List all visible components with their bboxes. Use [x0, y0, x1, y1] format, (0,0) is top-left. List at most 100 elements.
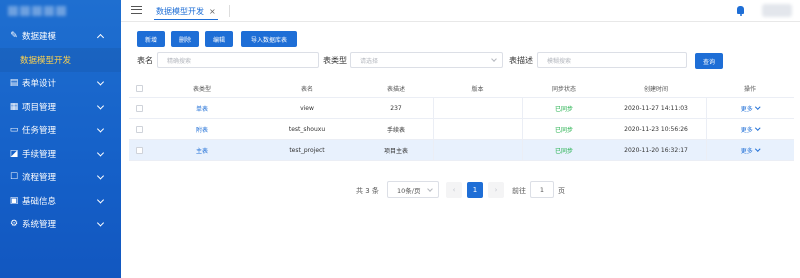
cell-name: test_shouxu: [288, 125, 326, 133]
cell-sync-status: 已同步: [554, 147, 573, 155]
col-header-name: 表名: [300, 85, 313, 93]
prev-page-button[interactable]: ‹: [446, 182, 462, 198]
chevron-down-icon: [427, 186, 433, 192]
table-type-label: 表类型: [323, 56, 347, 65]
procedure-icon: ◪: [9, 148, 19, 159]
table-row: 附表 test_shouxu 手续表 已同步 2020-11-23 10:56:…: [129, 119, 794, 140]
more-actions-dropdown[interactable]: 更多: [741, 125, 760, 134]
cell-sync-status: 已同步: [554, 126, 573, 134]
chevron-down-icon: [96, 125, 105, 133]
sidebar-item-project-management[interactable]: ▦ 项目管理: [0, 95, 121, 119]
chevron-down-icon: [96, 78, 105, 86]
col-header-sync-status: 同步状态: [551, 85, 576, 93]
chevron-up-icon: [96, 33, 105, 41]
chevron-down-icon: [96, 102, 105, 110]
chevron-down-icon: [96, 219, 105, 227]
sidebar-subitem-data-model-dev[interactable]: 数据模型开发: [0, 47, 121, 72]
cell-desc: 手续表: [386, 126, 405, 134]
menu-toggle-icon[interactable]: [131, 6, 142, 14]
chevron-down-icon: [755, 104, 760, 110]
divider: [229, 5, 230, 17]
more-label: 更多: [740, 147, 753, 155]
col-header-actions: 操作: [743, 85, 756, 93]
sidebar-item-data-modeling[interactable]: ✎ 数据建模: [0, 24, 121, 48]
sidebar: ✎ 数据建模 数据模型开发 ▤ 表单设计 ▦ 项目管理 ▭ 任务管理 ◪ 手续管…: [0, 0, 121, 278]
project-icon: ▦: [9, 101, 19, 112]
delete-button[interactable]: 删除: [171, 31, 199, 47]
more-actions-dropdown[interactable]: 更多: [741, 146, 760, 155]
settings-icon: ⚙: [9, 219, 19, 230]
table-row: 单表 view 237 已同步 2020-11-27 14:11:03 更多: [129, 98, 794, 119]
select-placeholder: 请选择: [360, 57, 379, 65]
select-all-checkbox[interactable]: [135, 84, 143, 92]
sidebar-item-label: 系统管理: [22, 220, 57, 231]
sidebar-item-flow-management[interactable]: ☐ 流程管理: [0, 166, 121, 190]
table-desc-label: 表描述: [509, 56, 533, 65]
table-desc-input[interactable]: 模糊搜索: [537, 52, 687, 68]
chevron-down-icon: [491, 56, 497, 62]
col-header-desc: 表描述: [386, 85, 405, 93]
sidebar-item-basic-info[interactable]: ▣ 基础信息: [0, 189, 121, 213]
cell-name: test_project: [289, 146, 325, 154]
row-checkbox[interactable]: [135, 146, 143, 154]
more-actions-dropdown[interactable]: 更多: [741, 104, 760, 113]
page-size-value: 10条/页: [397, 186, 421, 195]
next-page-button[interactable]: ›: [488, 182, 504, 198]
bell-icon[interactable]: [737, 6, 744, 16]
pagination-total: 共 3 条: [356, 187, 379, 195]
sidebar-item-label: 项目管理: [22, 102, 57, 113]
cell-type-link[interactable]: 主表: [149, 140, 255, 160]
cell-version: [433, 140, 522, 160]
tab-active-indicator: [154, 18, 218, 20]
cell-version: [433, 119, 522, 139]
sidebar-item-procedure-management[interactable]: ◪ 手续管理: [0, 142, 121, 166]
cell-type-link[interactable]: 单表: [149, 98, 255, 118]
chevron-down-icon: [96, 149, 105, 157]
col-header-type: 表类型: [192, 85, 211, 93]
tab-data-model-dev[interactable]: 数据模型开发 ×: [154, 4, 218, 20]
import-table-button[interactable]: 导入数据库表: [241, 31, 297, 47]
page-1-button[interactable]: 1: [467, 182, 483, 198]
add-button[interactable]: 新增: [137, 31, 165, 47]
edit-icon: ✎: [10, 30, 18, 41]
sidebar-item-label: 流程管理: [22, 173, 57, 184]
logo: [0, 0, 121, 24]
page-unit-label: 页: [558, 187, 565, 195]
sidebar-item-system-management[interactable]: ⚙ 系统管理: [0, 213, 121, 237]
page-size-select[interactable]: 10条/页: [387, 181, 439, 198]
chevron-down-icon: [96, 196, 105, 204]
table-name-input[interactable]: 精确搜索: [157, 52, 319, 68]
goto-page-input[interactable]: 1: [530, 181, 554, 198]
form-icon: ▤: [9, 78, 19, 89]
sidebar-item-task-management[interactable]: ▭ 任务管理: [0, 119, 121, 143]
user-avatar[interactable]: [762, 4, 792, 17]
query-button[interactable]: 查询: [695, 53, 723, 69]
table-row: 主表 test_project 项目主表 已同步 2020-11-20 16:3…: [129, 140, 794, 161]
sidebar-item-label: 数据建模: [22, 31, 57, 42]
close-icon[interactable]: ×: [209, 7, 216, 16]
flow-icon: ☐: [9, 172, 19, 183]
more-label: 更多: [740, 105, 753, 113]
table-header-row: 表类型 表名 表描述 版本 同步状态 创建时间 操作: [129, 79, 794, 98]
cell-created: 2020-11-23 10:56:26: [624, 125, 688, 133]
task-icon: ▭: [9, 125, 19, 136]
col-header-created: 创建时间: [643, 85, 668, 93]
cell-created: 2020-11-27 14:11:03: [624, 104, 688, 112]
col-header-version: 版本: [471, 85, 484, 93]
chevron-down-icon: [96, 172, 105, 180]
cell-name: view: [300, 104, 314, 112]
cell-desc: 237: [390, 104, 402, 112]
cell-desc: 项目主表: [383, 147, 408, 155]
sidebar-item-label: 手续管理: [22, 149, 57, 160]
table-name-label: 表名: [137, 56, 153, 65]
row-checkbox[interactable]: [135, 125, 143, 133]
sidebar-item-label: 任务管理: [22, 126, 57, 137]
cell-created: 2020-11-20 16:32:17: [624, 146, 688, 154]
cell-type-link[interactable]: 附表: [149, 119, 255, 139]
edit-button[interactable]: 编辑: [205, 31, 233, 47]
sidebar-item-form-design[interactable]: ▤ 表单设计: [0, 72, 121, 96]
table-type-select[interactable]: 请选择: [350, 52, 503, 68]
cell-sync-status: 已同步: [554, 105, 573, 113]
chevron-down-icon: [755, 146, 760, 152]
row-checkbox[interactable]: [135, 104, 143, 112]
